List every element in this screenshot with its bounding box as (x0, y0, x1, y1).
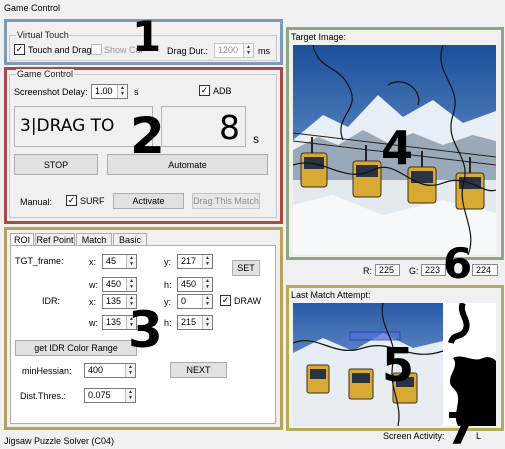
tgt-w-spinner[interactable]: ▲ ▼ (126, 278, 136, 291)
tgt-y-value: 217 (181, 256, 197, 266)
tgt-h-value: 450 (181, 279, 197, 289)
annotation-number-7: 7 (446, 404, 477, 449)
draw-label: DRAW (234, 296, 262, 306)
dist-thres-label: Dist.Thres.: (20, 391, 67, 401)
dist-thres-spinner[interactable]: ▲ ▼ (125, 389, 135, 402)
drag-this-match-button[interactable]: Drag This Match (192, 193, 260, 209)
touch-and-drag-checkbox[interactable]: ✓ (14, 44, 25, 55)
idr-h-input[interactable]: 215 ▲ ▼ (177, 315, 213, 330)
window-title: Game Control (4, 3, 61, 13)
drag-duration-spinner[interactable]: ▲ ▼ (243, 44, 253, 57)
target-image-title: Target Image: (291, 32, 347, 42)
idr-x-value: 135 (106, 296, 122, 306)
annotation-number-3: 3 (128, 301, 163, 359)
idr-h-value: 215 (181, 317, 197, 327)
next-button[interactable]: NEXT (170, 362, 227, 378)
screenshot-delay-spinner[interactable]: ▲ ▼ (117, 85, 127, 98)
adb-checkbox[interactable]: ✓ (199, 85, 210, 96)
drag-duration-value: 1200 (218, 45, 239, 55)
idr-y-label: y: (164, 297, 172, 307)
tgt-h-spinner[interactable]: ▲ ▼ (202, 278, 212, 291)
idr-w-label: w: (89, 318, 98, 328)
tgt-h-label: h: (164, 280, 172, 290)
last-match-title: Last Match Attempt: (291, 290, 371, 300)
counter-unit: s (253, 132, 259, 146)
idr-y-input[interactable]: 0 ▲ ▼ (177, 294, 213, 309)
tgt-w-label: w: (89, 280, 98, 290)
idr-w-value: 135 (106, 317, 122, 327)
tgt-x-value: 45 (106, 256, 117, 266)
tgt-x-input[interactable]: 45 ▲ ▼ (102, 254, 137, 269)
annotation-number-1: 1 (132, 12, 162, 61)
draw-checkbox[interactable]: ✓ (220, 295, 231, 306)
screenshot-delay-value: 1.00 (95, 86, 113, 96)
annotation-number-5: 5 (382, 338, 415, 392)
dist-thres-input[interactable]: 0.075 ▲ ▼ (84, 388, 136, 403)
b-value: 224 (472, 264, 498, 276)
idr-x-label: x: (89, 297, 97, 307)
screen-activity-value: L (476, 431, 482, 441)
r-label: R: (363, 266, 372, 276)
adb-label: ADB (213, 86, 232, 96)
tab-basic[interactable]: Basic (113, 233, 147, 245)
tgt-y-spinner[interactable]: ▲ ▼ (202, 255, 212, 268)
status-app-name: Jigsaw Puzzle Solver (C04) (4, 436, 115, 446)
show-cursor-checkbox[interactable] (91, 44, 102, 55)
tab-match[interactable]: Match (76, 233, 112, 245)
screen-activity-label: Screen Activity: (383, 431, 445, 441)
virtual-touch-title: Virtual Touch (16, 30, 70, 40)
tgt-frame-label: TGT_frame: (15, 256, 64, 266)
tgt-y-label: y: (164, 257, 172, 267)
idr-label: IDR: (42, 296, 60, 306)
drag-duration-input[interactable]: 1200 ▲ ▼ (214, 43, 254, 58)
activate-button[interactable]: Activate (113, 193, 184, 209)
idr-h-label: h: (164, 318, 172, 328)
dist-thres-value: 0.075 (88, 390, 111, 400)
idr-h-spinner[interactable]: ▲ ▼ (202, 316, 212, 329)
idr-y-value: 0 (181, 296, 187, 306)
g-label: G: (409, 266, 419, 276)
set-button[interactable]: SET (232, 260, 260, 276)
touch-and-drag-label: Touch and Drag (28, 45, 92, 55)
counter-display: 8 (161, 106, 246, 147)
manual-label: Manual: (20, 197, 53, 207)
annotation-number-2: 2 (130, 107, 165, 165)
counter-display-text: 8 (219, 108, 240, 147)
drag-duration-unit: ms (258, 46, 270, 56)
tab-ref-point[interactable]: Ref Point (35, 233, 75, 245)
tgt-h-input[interactable]: 450 ▲ ▼ (177, 277, 213, 292)
stop-button[interactable]: STOP (14, 154, 98, 175)
surf-checkbox[interactable]: ✓ (66, 195, 77, 206)
tgt-w-value: 450 (106, 279, 122, 289)
surf-label: SURF (80, 196, 105, 206)
get-idr-color-range-button[interactable]: get IDR Color Range (15, 340, 137, 356)
step-display-text: 3|DRAG TO (20, 116, 115, 136)
game-control-title: Game Control (16, 69, 75, 79)
idr-y-spinner[interactable]: ▲ ▼ (202, 295, 212, 308)
tgt-x-spinner[interactable]: ▲ ▼ (126, 255, 136, 268)
screenshot-delay-input[interactable]: 1.00 ▲ ▼ (91, 84, 128, 99)
min-hessian-input[interactable]: 400 ▲ ▼ (84, 363, 136, 378)
screenshot-delay-unit: s (134, 87, 139, 97)
min-hessian-label: minHessian: (22, 366, 72, 376)
tgt-y-input[interactable]: 217 ▲ ▼ (177, 254, 213, 269)
annotation-number-4: 4 (381, 121, 414, 175)
r-value: 225 (375, 264, 400, 276)
annotation-number-6: 6 (443, 239, 473, 288)
min-hessian-spinner[interactable]: ▲ ▼ (125, 364, 135, 377)
drag-duration-label: Drag Dur.: (167, 46, 209, 56)
min-hessian-value: 400 (88, 365, 104, 375)
screenshot-delay-label: Screenshot Delay: (14, 87, 88, 97)
tgt-w-input[interactable]: 450 ▲ ▼ (102, 277, 137, 292)
tgt-x-label: x: (89, 257, 97, 267)
